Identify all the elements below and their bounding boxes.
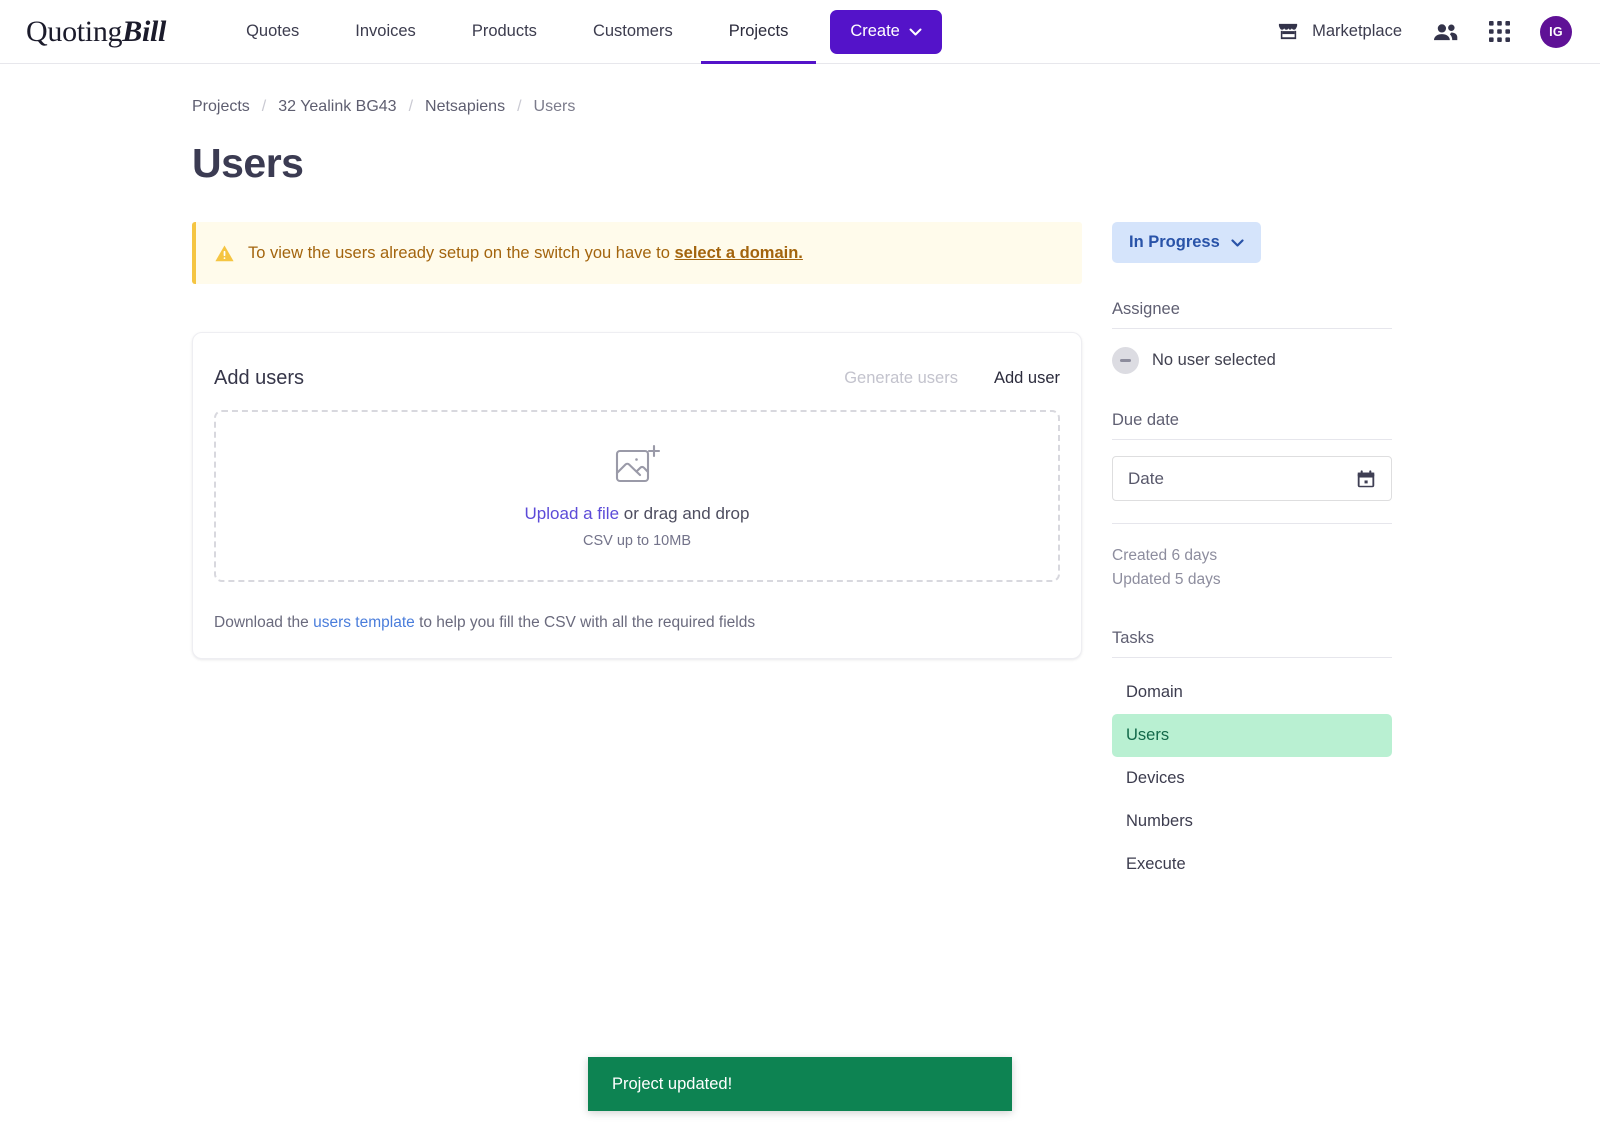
add-users-actions: Generate users Add user [844, 369, 1060, 388]
template-text-after: to help you fill the CSV with all the re… [415, 614, 755, 631]
warning-message-text: To view the users already setup on the s… [248, 244, 675, 262]
people-icon[interactable] [1432, 22, 1459, 42]
page-title: Users [0, 140, 1600, 187]
nav-item-products[interactable]: Products [444, 0, 565, 64]
breadcrumb-item-netsapiens[interactable]: Netsapiens [425, 98, 505, 116]
toast-notification[interactable]: Project updated! [588, 1057, 1012, 1111]
add-users-card-header: Add users Generate users Add user [214, 355, 1060, 410]
logo-text-primary: Quoting [26, 15, 122, 48]
breadcrumb-separator: / [397, 98, 425, 116]
task-item-domain[interactable]: Domain [1112, 671, 1392, 714]
due-date-field[interactable] [1112, 456, 1392, 501]
task-item-numbers[interactable]: Numbers [1112, 800, 1392, 843]
upload-file-link[interactable]: Upload a file [525, 504, 620, 523]
tasks-label: Tasks [1112, 629, 1392, 658]
user-avatar[interactable]: IG [1540, 16, 1572, 48]
assignee-selector[interactable]: No user selected [1112, 347, 1392, 374]
select-domain-link[interactable]: select a domain. [675, 244, 803, 262]
dropzone-rest-text: or drag and drop [619, 504, 749, 523]
marketplace-label: Marketplace [1312, 22, 1402, 41]
generate-users-button[interactable]: Generate users [844, 369, 958, 388]
timestamps-block: Created 6 days Updated 5 days [1112, 523, 1392, 592]
store-icon [1277, 20, 1300, 43]
primary-nav: Quotes Invoices Products Customers Proje… [218, 0, 816, 64]
add-users-title: Add users [214, 367, 304, 390]
marketplace-link[interactable]: Marketplace [1277, 20, 1402, 43]
nav-label: Products [472, 22, 537, 41]
warning-message: To view the users already setup on the s… [248, 244, 803, 263]
content-columns: To view the users already setup on the s… [0, 222, 1600, 886]
toast-message: Project updated! [612, 1075, 732, 1094]
assignee-label: Assignee [1112, 300, 1392, 329]
tasks-list: Domain Users Devices Numbers Execute [1112, 671, 1392, 886]
apps-grid-icon[interactable] [1489, 21, 1510, 42]
breadcrumb-item-users[interactable]: Users [534, 98, 576, 116]
add-user-button[interactable]: Add user [994, 369, 1060, 388]
create-button[interactable]: Create [830, 10, 942, 54]
nav-label: Quotes [246, 22, 299, 41]
task-item-devices[interactable]: Devices [1112, 757, 1392, 800]
status-label: In Progress [1129, 233, 1220, 252]
nav-item-invoices[interactable]: Invoices [327, 0, 444, 64]
main-column: To view the users already setup on the s… [192, 222, 1082, 659]
template-download-text: Download the users template to help you … [214, 614, 1060, 632]
updated-text: Updated 5 days [1112, 568, 1392, 592]
due-date-label: Due date [1112, 411, 1392, 440]
dropzone-hint: CSV up to 10MB [583, 533, 691, 549]
status-badge[interactable]: In Progress [1112, 222, 1261, 263]
due-date-input[interactable] [1128, 469, 1355, 489]
created-text: Created 6 days [1112, 544, 1392, 568]
add-users-card: Add users Generate users Add user [192, 332, 1082, 659]
details-sidebar: In Progress Assignee No user selected Du… [1112, 222, 1392, 886]
nav-label: Projects [729, 22, 789, 41]
task-item-users[interactable]: Users [1112, 714, 1392, 757]
users-template-link[interactable]: users template [313, 614, 415, 631]
nav-label: Invoices [355, 22, 416, 41]
nav-label: Customers [593, 22, 673, 41]
chevron-down-icon [909, 28, 922, 36]
breadcrumb-item-projects[interactable]: Projects [192, 98, 250, 116]
chevron-down-icon [1231, 239, 1244, 247]
domain-warning-banner: To view the users already setup on the s… [192, 222, 1082, 284]
breadcrumb-separator: / [250, 98, 278, 116]
calendar-icon[interactable] [1355, 468, 1377, 490]
page-body: Projects / 32 Yealink BG43 / Netsapiens … [0, 64, 1600, 886]
empty-avatar-icon [1112, 347, 1139, 374]
csv-dropzone[interactable]: Upload a file or drag and drop CSV up to… [214, 410, 1060, 582]
assignee-value: No user selected [1152, 351, 1276, 370]
create-button-label: Create [850, 22, 900, 41]
breadcrumb-item-project[interactable]: 32 Yealink BG43 [278, 98, 396, 116]
image-plus-icon [614, 444, 661, 488]
breadcrumb: Projects / 32 Yealink BG43 / Netsapiens … [0, 98, 1600, 116]
nav-item-quotes[interactable]: Quotes [218, 0, 327, 64]
top-navbar: QuotingBill Quotes Invoices Products Cus… [0, 0, 1600, 64]
dropzone-primary-text: Upload a file or drag and drop [525, 504, 750, 524]
app-logo[interactable]: QuotingBill [26, 15, 166, 49]
template-text-before: Download the [214, 614, 313, 631]
warning-triangle-icon [214, 243, 235, 264]
breadcrumb-separator: / [505, 98, 533, 116]
logo-text-secondary: Bill [122, 15, 166, 48]
navbar-right-group: Marketplace IG [1277, 16, 1572, 48]
avatar-initials: IG [1549, 25, 1563, 39]
nav-item-projects[interactable]: Projects [701, 0, 817, 64]
nav-item-customers[interactable]: Customers [565, 0, 701, 64]
task-item-execute[interactable]: Execute [1112, 843, 1392, 886]
